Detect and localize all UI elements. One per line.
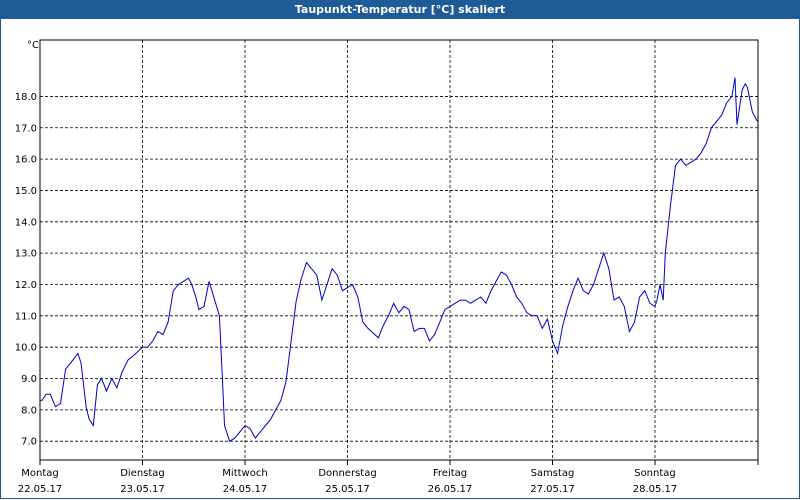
y-tick-label: 14.0 — [15, 217, 37, 228]
plot-area — [39, 39, 759, 461]
x-tick-day: Samstag — [531, 468, 575, 479]
y-tick-label: 18.0 — [15, 92, 37, 103]
line-chart: 7.0 8.0 9.0 10.0 11.0 12.0 13.0 14.0 15.0 16.0 17.… — [15, 39, 759, 495]
x-tick-date: 23.05.17 — [120, 484, 165, 495]
x-tick-date: 28.05.17 — [633, 484, 678, 495]
y-tick-label: 9.0 — [21, 374, 37, 385]
y-tick-label: 7.0 — [21, 437, 37, 448]
x-tick-date: 24.05.17 — [223, 484, 268, 495]
x-axis-ticks: Montag 22.05.17 Dienstag 23.05.17 Mittwoch 24… — [18, 460, 759, 495]
y-axis-label: °C — [27, 40, 39, 51]
y-tick-label: 12.0 — [15, 280, 37, 291]
y-tick-label: 15.0 — [15, 186, 37, 197]
y-tick-label: 11.0 — [15, 311, 37, 322]
x-tick-date: 22.05.17 — [18, 484, 63, 495]
y-tick-label: 17.0 — [15, 123, 37, 134]
y-tick-label: 16.0 — [15, 155, 37, 166]
x-tick-day: Mittwoch — [222, 468, 267, 479]
y-axis-ticks: 7.0 8.0 9.0 10.0 11.0 12.0 13.0 14.0 15.0 16.0 17.… — [15, 92, 37, 448]
y-tick-label: 8.0 — [21, 405, 37, 416]
x-tick-day: Donnerstag — [318, 468, 376, 479]
y-tick-label: 13.0 — [15, 249, 37, 260]
y-tick-label: 10.0 — [15, 343, 37, 354]
x-tick-day: Sonntag — [634, 468, 676, 479]
x-tick-day: Montag — [21, 468, 58, 479]
x-tick-date: 26.05.17 — [428, 484, 473, 495]
x-tick-day: Freitag — [433, 468, 467, 479]
x-tick-date: 25.05.17 — [325, 484, 370, 495]
x-tick-date: 27.05.17 — [530, 484, 575, 495]
x-tick-day: Dienstag — [120, 468, 165, 479]
